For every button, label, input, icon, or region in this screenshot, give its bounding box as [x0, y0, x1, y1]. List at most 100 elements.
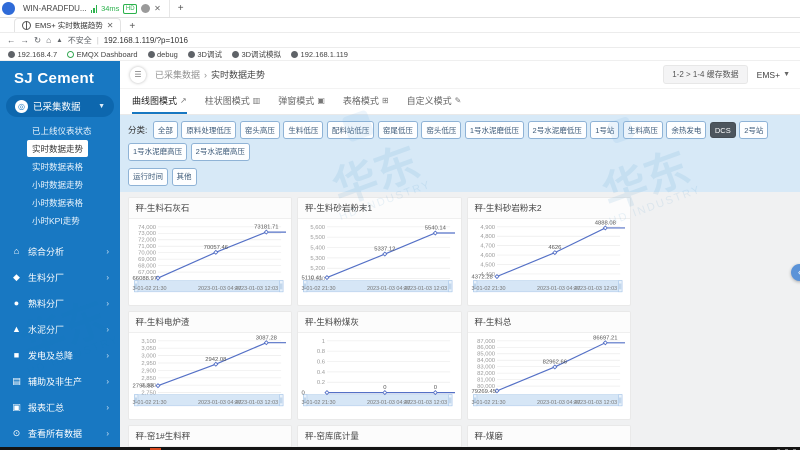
filter-chip[interactable]: 生料低压 — [283, 121, 323, 139]
new-tab-button[interactable]: + — [121, 21, 143, 32]
user-dropdown[interactable]: EMS+ ▼ — [757, 70, 790, 80]
url-text[interactable]: 192.168.1.119/?p=1016 — [104, 36, 188, 45]
sidebar-group-label: 已采集数据 — [33, 99, 81, 113]
bookmark-item[interactable]: debug — [148, 50, 178, 59]
forward-icon[interactable]: → — [21, 35, 30, 45]
browser-tab-bar: EMS+ 实时数据趋势 ✕ + — [0, 18, 800, 33]
category-filter-bar: 分类: 全部原料处理低压窑头高压生料低压配料站低压窑尾低压窑头低压1号水泥磨低压… — [120, 115, 800, 192]
remote-session-tab[interactable]: WIN-ARADFDU... 34ms HD ✕ — [15, 0, 170, 17]
filter-chip[interactable]: 全部 — [153, 121, 178, 139]
svg-text:5,500: 5,500 — [310, 235, 325, 241]
bookmark-item[interactable]: 192.168.4.7 — [8, 50, 57, 59]
bookmark-item[interactable]: 3D调试 — [188, 49, 222, 60]
browser-tab-title: EMS+ 实时数据趋势 — [35, 20, 103, 31]
chart-title: 秤-窑1#生料秤 — [129, 426, 292, 447]
session-options-icon[interactable] — [141, 4, 150, 13]
sidebar-group[interactable]: ✉节能分析讨论区 — [9, 446, 111, 447]
svg-text:0.4: 0.4 — [317, 370, 326, 376]
close-session-icon[interactable]: ✕ — [154, 4, 161, 13]
mode-tab[interactable]: 弹窗模式▣ — [278, 89, 325, 114]
sidebar-group[interactable]: ▣报表汇总› — [9, 394, 111, 420]
bookmark-favicon — [188, 51, 195, 58]
mode-tab-label: 表格模式 — [343, 94, 379, 107]
cache-data-button[interactable]: 1-2 > 1-4 缓存数据 — [663, 65, 747, 84]
back-icon[interactable]: ← — [7, 35, 16, 45]
mode-tab[interactable]: 表格模式⊞ — [343, 89, 389, 114]
filter-chip[interactable]: 1号水泥磨高压 — [128, 143, 187, 161]
mode-tab[interactable]: 自定义模式✎ — [407, 89, 462, 114]
breadcrumb-current: 实时数据走势 — [211, 68, 265, 81]
chevron-right-icon: › — [106, 403, 109, 412]
filter-label: 分类: — [128, 124, 147, 136]
sidebar-group[interactable]: ▲水泥分厂› — [9, 316, 111, 342]
sidebar-group[interactable]: ◆生料分厂› — [9, 264, 111, 290]
filter-chip[interactable]: 1号水泥磨低压 — [465, 121, 524, 139]
filter-chip[interactable]: 窑头低压 — [421, 121, 461, 139]
sidebar-group[interactable]: ⌂综合分析› — [9, 238, 111, 264]
svg-text:5337.12: 5337.12 — [374, 247, 395, 253]
chart-card: 秤-生料砂岩粉末15,6005,5005,4005,3005,2005,1003… — [297, 197, 462, 306]
svg-text:2023-01-03 12:03: 2023-01-03 12:03 — [234, 286, 277, 292]
filter-chip[interactable]: 其他 — [172, 168, 197, 186]
sidebar-group-collected-data[interactable]: ◎ 已采集数据 ▼ — [6, 95, 114, 117]
bookmark-item[interactable]: EMQX Dashboard — [67, 50, 137, 59]
sidebar-group[interactable]: ■发电及总降› — [9, 342, 111, 368]
filter-chip[interactable]: 1号站 — [590, 121, 619, 139]
filter-chip[interactable]: 运行时间 — [128, 168, 168, 186]
address-divider: | — [97, 36, 99, 45]
sidebar-group[interactable]: ▤辅助及非生产› — [9, 368, 111, 394]
browser-tab[interactable]: EMS+ 实时数据趋势 ✕ — [14, 18, 121, 32]
trend-line-chart[interactable]: 4,9004,8004,7004,6004,5004,4003-01-02 21… — [468, 219, 631, 305]
filter-chip[interactable]: 2号水泥磨高压 — [191, 143, 250, 161]
svg-text:0: 0 — [434, 385, 438, 391]
bookmark-item[interactable]: 3D调试模拟 — [232, 49, 281, 60]
filter-chip[interactable]: DCS — [710, 122, 736, 138]
category-chips: 分类: 全部原料处理低压窑头高压生料低压配料站低压窑尾低压窑头低压1号水泥磨低压… — [128, 121, 792, 186]
filter-chip[interactable]: 2号站 — [739, 121, 768, 139]
filter-chip[interactable]: 配料站低压 — [327, 121, 375, 139]
trend-line-chart[interactable]: 87,00086,00085,00084,00083,00082,00081,0… — [468, 333, 631, 419]
sidebar-item-sub[interactable]: 小时数据走势 — [27, 176, 88, 193]
home-icon[interactable]: ⌂ — [46, 35, 51, 45]
filter-chip[interactable]: 窑尾低压 — [378, 121, 418, 139]
signal-icon — [91, 5, 98, 13]
filter-chip[interactable]: 窑头高压 — [240, 121, 280, 139]
chart-card: 秤-生料总87,00086,00085,00084,00083,00082,00… — [467, 311, 632, 420]
site-icon — [22, 21, 31, 30]
filter-chip[interactable]: 2号水泥磨低压 — [528, 121, 587, 139]
reload-icon[interactable]: ↻ — [34, 35, 41, 46]
bookmarks-bar: 192.168.4.7 EMQX Dashboard debug 3D调试 3D调试模拟… — [0, 48, 800, 61]
remote-desktop-bar: WIN-ARADFDU... 34ms HD ✕ + — [0, 0, 800, 18]
svg-text:2023-01-03 12:03: 2023-01-03 12:03 — [404, 286, 447, 292]
sidebar-item-sub[interactable]: 已上线仪表状态 — [27, 122, 97, 139]
svg-text:4888.08: 4888.08 — [594, 221, 615, 227]
mode-tab[interactable]: 柱状图模式▥ — [205, 89, 261, 114]
mode-tab-label: 自定义模式 — [407, 94, 452, 107]
sidebar-item-current[interactable]: 实时数据走势 — [27, 140, 88, 157]
trend-line-chart[interactable]: 3,1003,0503,0002,9502,9002,8502,8002,750… — [129, 333, 292, 419]
bookmark-label: 3D调试 — [197, 49, 222, 60]
filter-chip[interactable]: 生料高压 — [623, 121, 663, 139]
sidebar-item-sub[interactable]: 小时数据表格 — [27, 194, 88, 211]
filter-chip[interactable]: 原料处理低压 — [181, 121, 236, 139]
trend-line-chart[interactable]: 74,00073,00072,00071,00070,00069,00068,0… — [129, 219, 292, 305]
breadcrumb-parent[interactable]: 已采集数据 — [155, 68, 200, 81]
sidebar-item-sub[interactable]: 小时KPI走势 — [27, 212, 85, 229]
trend-line-chart[interactable]: 10.80.60.40.23-01-02 21:302023-01-03 04:… — [298, 333, 461, 419]
sidebar-item-sub[interactable]: 实时数据表格 — [27, 158, 88, 175]
sidebar-group[interactable]: ●熟料分厂› — [9, 290, 111, 316]
svg-text:4372.28: 4372.28 — [471, 274, 492, 280]
sidebar-group-label: 发电及总降 — [28, 349, 73, 362]
new-session-button[interactable]: + — [170, 3, 192, 14]
filter-chip[interactable]: 余热发电 — [666, 121, 706, 139]
bookmark-item[interactable]: 192.168.1.119 — [291, 50, 348, 59]
not-secure-label[interactable]: 不安全 — [68, 35, 92, 46]
sidebar-group[interactable]: ⊙查看所有数据› — [9, 420, 111, 446]
svg-text:2023-01-03 12:03: 2023-01-03 12:03 — [404, 400, 447, 406]
sidebar-group-label: 水泥分厂 — [28, 323, 64, 336]
trend-line-chart[interactable]: 5,6005,5005,4005,3005,2005,1003-01-02 21… — [298, 219, 461, 305]
svg-text:4,900: 4,900 — [480, 225, 495, 231]
menu-toggle-icon[interactable]: ☰ — [130, 67, 146, 83]
mode-tab[interactable]: 曲线图模式↗ — [132, 89, 187, 114]
close-tab-icon[interactable]: ✕ — [107, 21, 114, 30]
